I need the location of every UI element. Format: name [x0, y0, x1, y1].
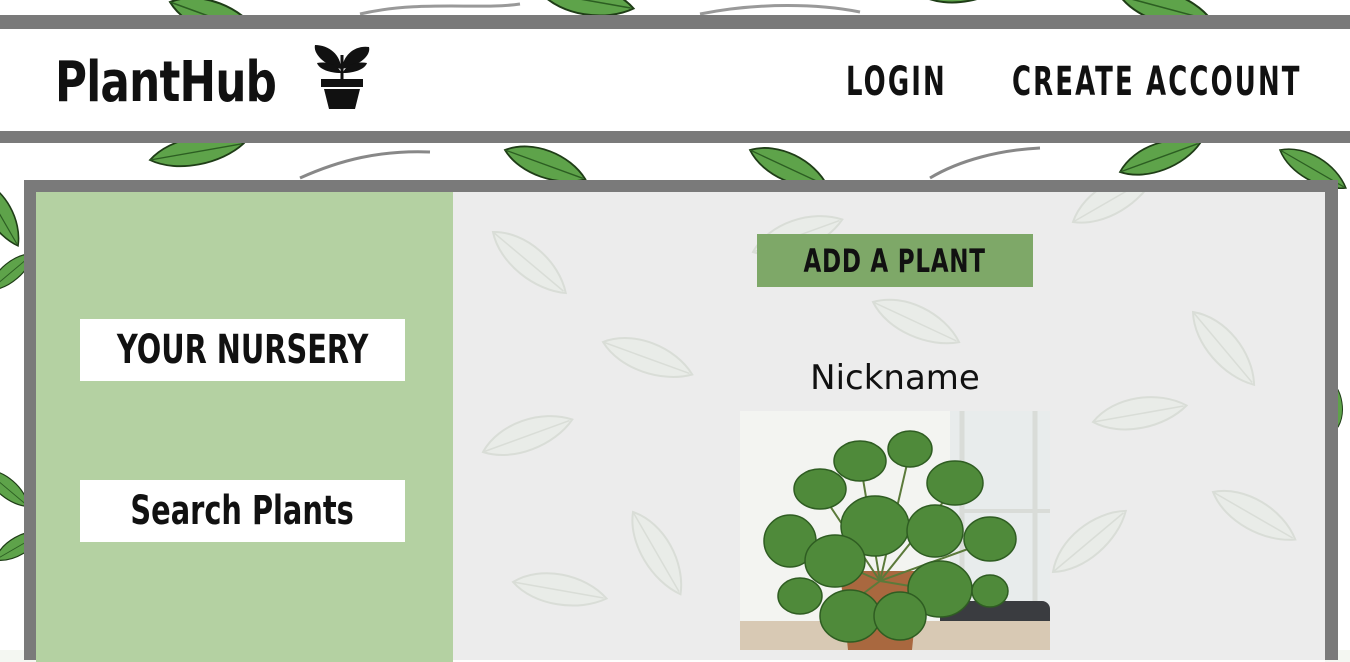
sidebar	[36, 192, 453, 662]
plant-nickname: Nickname	[810, 358, 980, 398]
add-plant-button[interactable]: ADD A PLANT	[757, 234, 1033, 287]
plant-photo[interactable]	[740, 411, 1050, 650]
create-account-link[interactable]: CREATE ACCOUNT	[1012, 59, 1302, 105]
potted-plant-icon	[311, 43, 373, 115]
header-divider	[0, 131, 1350, 143]
search-plants-button[interactable]: Search Plants	[80, 480, 405, 542]
login-link[interactable]: LOGIN	[846, 59, 947, 105]
add-plant-label: ADD A PLANT	[803, 241, 987, 280]
your-nursery-button[interactable]: YOUR NURSERY	[80, 319, 405, 381]
brand-logo[interactable]: PlantHub	[55, 45, 370, 117]
your-nursery-label: YOUR NURSERY	[116, 327, 369, 373]
header: PlantHub LOGIN CREATE ACCOUNT	[0, 29, 1350, 131]
search-plants-label: Search Plants	[130, 488, 355, 534]
top-stripe	[0, 15, 1350, 29]
brand-name: PlantHub	[55, 49, 277, 115]
